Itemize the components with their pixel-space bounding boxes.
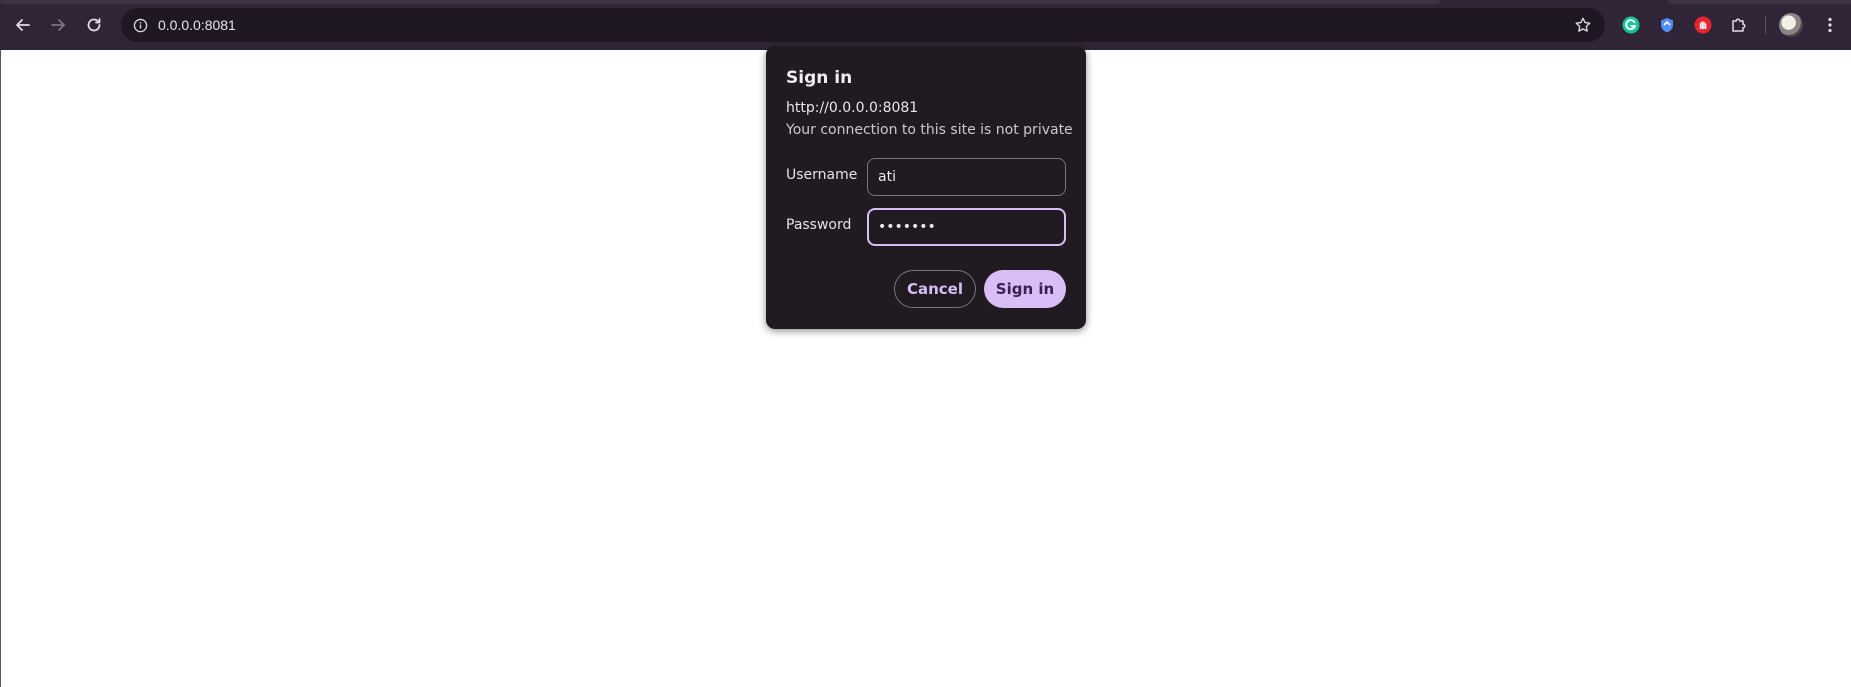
bookmark-button[interactable] bbox=[1569, 11, 1597, 39]
password-field[interactable] bbox=[867, 208, 1066, 246]
url-text[interactable]: 0.0.0.0:8081 bbox=[158, 8, 236, 42]
cancel-button[interactable]: Cancel bbox=[894, 270, 976, 308]
tab-strip-right bbox=[1668, 0, 1851, 4]
puzzle-extensions-icon[interactable] bbox=[1725, 11, 1753, 39]
username-field[interactable] bbox=[867, 158, 1066, 196]
back-button[interactable] bbox=[7, 9, 39, 41]
arrow-left-icon bbox=[16, 19, 30, 31]
browser-toolbar: 0.0.0.0:8081 bbox=[0, 0, 1851, 51]
shield-extension-icon[interactable] bbox=[1653, 11, 1681, 39]
info-icon bbox=[133, 18, 147, 32]
address-bar[interactable]: 0.0.0.0:8081 bbox=[121, 8, 1605, 42]
sign-in-button[interactable]: Sign in bbox=[984, 270, 1066, 308]
password-label: Password bbox=[786, 217, 852, 233]
more-vertical-icon bbox=[1828, 17, 1832, 33]
dialog-title: Sign in bbox=[786, 68, 853, 88]
site-info-button[interactable] bbox=[127, 12, 153, 38]
profile-avatar[interactable] bbox=[1779, 13, 1803, 37]
toolbar-separator bbox=[1765, 16, 1766, 34]
red-hand-extension-icon[interactable] bbox=[1689, 11, 1717, 39]
dialog-origin: http://0.0.0.0:8081 bbox=[786, 100, 919, 116]
browser-menu-button[interactable] bbox=[1816, 11, 1844, 39]
tab-strip bbox=[0, 0, 1440, 4]
arrow-right-icon bbox=[51, 19, 65, 31]
forward-button[interactable] bbox=[42, 9, 74, 41]
reload-button[interactable] bbox=[78, 9, 110, 41]
star-icon bbox=[1575, 17, 1591, 32]
grammarly-icon[interactable] bbox=[1617, 11, 1645, 39]
username-label: Username bbox=[786, 167, 858, 183]
reload-icon bbox=[87, 18, 101, 32]
sign-in-dialog: Sign in http://0.0.0.0:8081 Your connect… bbox=[766, 46, 1086, 329]
dialog-warning: Your connection to this site is not priv… bbox=[786, 122, 1073, 138]
